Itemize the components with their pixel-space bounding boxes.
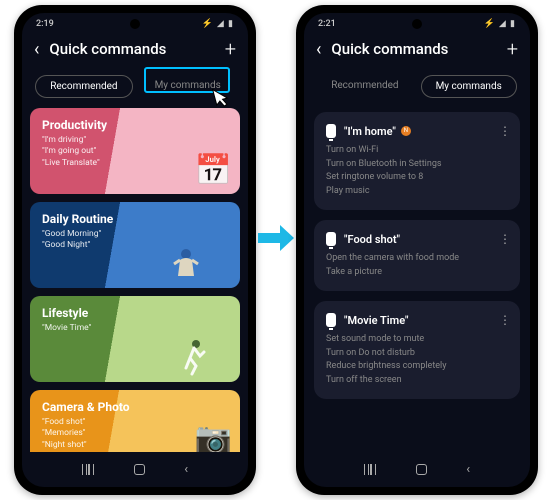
nav-home-icon[interactable]	[416, 464, 427, 475]
app-header: ‹ Quick commands +	[304, 31, 530, 67]
nav-back-icon[interactable]: ‹	[466, 462, 470, 477]
command-actions: Turn on Wi-Fi Turn on Bluetooth in Setti…	[326, 144, 508, 198]
command-actions: Open the camera with food mode Take a pi…	[326, 252, 508, 279]
screen-left: 2:19 ⚡ ◢ ▮ ‹ Quick commands + Recommende…	[22, 13, 248, 487]
command-card-food[interactable]: "Food shot" ⋮ Open the camera with food …	[314, 220, 520, 291]
mic-icon	[326, 232, 336, 246]
app-header: ‹ Quick commands +	[22, 31, 248, 67]
tab-recommended[interactable]: Recommended	[35, 75, 132, 98]
page-title: Quick commands	[49, 40, 224, 58]
screen-right: 2:21 ⚡ ◢ ▮ ‹ Quick commands + Recommende…	[304, 13, 530, 487]
person-icon	[172, 246, 200, 284]
more-icon[interactable]: ⋮	[499, 232, 510, 246]
card-camera-photo[interactable]: Camera & Photo "Food shot" "Memories" "N…	[30, 390, 240, 452]
command-title: "Food shot"	[344, 233, 400, 246]
my-commands-list[interactable]: "I'm home" N ⋮ Turn on Wi-Fi Turn on Blu…	[304, 108, 530, 452]
tab-recommended[interactable]: Recommended	[317, 75, 412, 98]
more-icon[interactable]: ⋮	[499, 124, 510, 138]
card-title: Productivity	[42, 118, 228, 132]
more-icon[interactable]: ⋮	[499, 313, 510, 327]
status-time: 2:21	[318, 19, 336, 29]
camera-icon	[195, 421, 232, 452]
card-subtitle: "Good Morning" "Good Night"	[42, 229, 228, 252]
mic-icon	[326, 124, 336, 138]
phone-left: 2:19 ⚡ ◢ ▮ ‹ Quick commands + Recommende…	[14, 5, 256, 495]
card-productivity[interactable]: Productivity "I'm driving" "I'm going ou…	[30, 108, 240, 194]
status-icons: ⚡ ◢ ▮	[483, 19, 516, 29]
camera-notch	[130, 19, 140, 29]
add-icon[interactable]: +	[507, 37, 518, 61]
card-lifestyle[interactable]: Lifestyle "Movie Time"	[30, 296, 240, 382]
command-card-movie[interactable]: "Movie Time" ⋮ Set sound mode to mute Tu…	[314, 301, 520, 399]
command-title: "Movie Time"	[344, 314, 409, 327]
nav-bar: ‹	[22, 452, 248, 487]
nav-recent-icon[interactable]	[364, 464, 376, 475]
nav-bar: ‹	[304, 452, 530, 487]
tabs-row: Recommended My commands	[304, 67, 530, 108]
camera-notch	[412, 19, 422, 29]
runner-icon	[176, 338, 210, 378]
card-daily-routine[interactable]: Daily Routine "Good Morning" "Good Night…	[30, 202, 240, 288]
status-icons: ⚡ ◢ ▮	[201, 19, 234, 29]
tab-my-commands[interactable]: My commands	[421, 75, 517, 98]
back-icon[interactable]: ‹	[316, 39, 321, 60]
mic-icon	[326, 313, 336, 327]
new-badge: N	[401, 126, 411, 136]
nav-home-icon[interactable]	[134, 464, 145, 475]
command-card-home[interactable]: "I'm home" N ⋮ Turn on Wi-Fi Turn on Blu…	[314, 112, 520, 210]
calendar-icon	[195, 153, 232, 188]
arrow-icon	[258, 225, 294, 251]
status-time: 2:19	[36, 19, 54, 29]
nav-recent-icon[interactable]	[82, 464, 94, 475]
back-icon[interactable]: ‹	[34, 39, 39, 60]
card-title: Camera & Photo	[42, 400, 228, 414]
page-title: Quick commands	[331, 40, 506, 58]
card-subtitle: "Movie Time"	[42, 323, 228, 334]
cards-list[interactable]: Productivity "I'm driving" "I'm going ou…	[22, 108, 248, 452]
phone-right: 2:21 ⚡ ◢ ▮ ‹ Quick commands + Recommende…	[296, 5, 538, 495]
card-title: Daily Routine	[42, 212, 228, 226]
card-title: Lifestyle	[42, 306, 228, 320]
add-icon[interactable]: +	[225, 37, 236, 61]
command-actions: Set sound mode to mute Turn on Do not di…	[326, 333, 508, 387]
command-title: "I'm home"	[344, 125, 396, 138]
nav-back-icon[interactable]: ‹	[184, 462, 188, 477]
